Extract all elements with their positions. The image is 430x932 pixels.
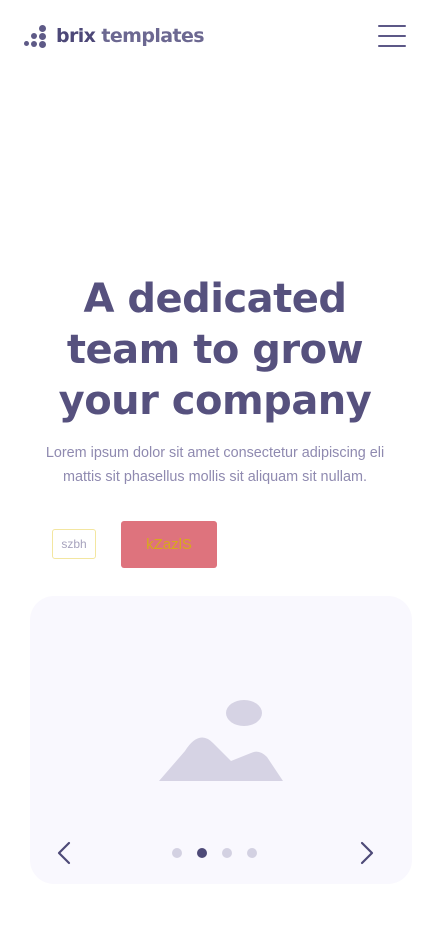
- image-carousel: [30, 596, 412, 884]
- hero-title: A dedicated team to grow your company: [58, 276, 372, 424]
- carousel-dot-3[interactable]: [222, 848, 232, 858]
- hero-subtitle: Lorem ipsum dolor sit amet consectetur a…: [45, 445, 385, 485]
- page: brix templates A dedicated team to grow …: [0, 0, 430, 932]
- small-text-box[interactable]: szbh: [52, 529, 96, 559]
- logo-text: brix templates: [56, 25, 205, 47]
- chevron-left-icon[interactable]: [54, 841, 76, 865]
- brand-logo[interactable]: brix templates: [24, 22, 205, 50]
- hamburger-menu-icon[interactable]: [376, 22, 408, 50]
- cta-button[interactable]: kZazlS: [121, 521, 217, 568]
- dots-logo-icon: [24, 24, 48, 48]
- carousel-dots: [172, 848, 262, 858]
- carousel-dot-1[interactable]: [172, 848, 182, 858]
- carousel-dot-2[interactable]: [197, 848, 207, 858]
- logo-word-brix: brix: [56, 25, 96, 47]
- image-placeholder-icon: [159, 700, 283, 781]
- chevron-right-icon[interactable]: [355, 841, 377, 865]
- logo-word-templates: templates: [95, 25, 204, 47]
- carousel-dot-4[interactable]: [247, 848, 257, 858]
